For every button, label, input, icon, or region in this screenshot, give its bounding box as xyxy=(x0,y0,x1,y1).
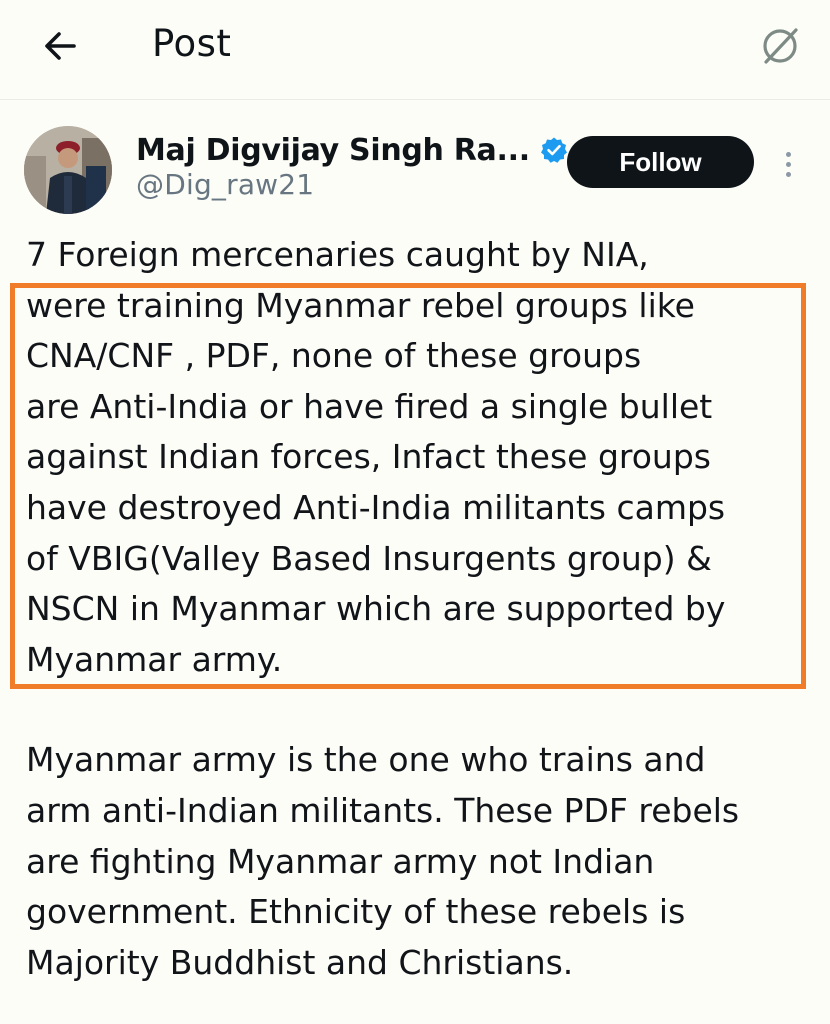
post-line: NSCN in Myanmar which are supported by xyxy=(26,589,726,629)
more-dot-icon xyxy=(785,151,791,157)
avatar[interactable] xyxy=(24,126,112,214)
author-name-row: Maj Digvijay Singh Ra... xyxy=(136,129,568,171)
grok-button[interactable] xyxy=(752,20,808,72)
avatar-photo xyxy=(24,126,112,214)
post-line: against Indian forces, Infact these grou… xyxy=(26,437,711,477)
post-line: CNA/CNF , PDF, none of these groups xyxy=(26,336,642,376)
post-line: are fighting Myanmar army not Indian xyxy=(26,841,655,881)
slashed-circle-icon xyxy=(763,28,798,64)
arrow-left-icon xyxy=(45,32,76,60)
post-line: are Anti-India or have fired a single bu… xyxy=(26,386,713,426)
post-line: 7 Foreign mercenaries caught by NIA, xyxy=(26,235,649,274)
more-dot-icon xyxy=(785,161,791,167)
post-text: 7 Foreign mercenaries caught by NIA, wer… xyxy=(26,230,816,988)
post-line: arm anti-Indian militants. These PDF reb… xyxy=(26,790,740,830)
page-title: Post xyxy=(152,22,232,65)
post-line: Myanmar army is the one who trains and xyxy=(26,740,706,780)
author-handle[interactable]: @Dig_raw21 xyxy=(136,168,314,201)
more-options-button[interactable] xyxy=(776,144,800,184)
post-line: of VBIG(Valley Based Insurgents group) & xyxy=(26,538,712,578)
back-button[interactable] xyxy=(34,24,86,68)
verified-badge-icon xyxy=(540,137,567,163)
post-line: Majority Buddhist and Christians. xyxy=(26,942,574,982)
more-dot-icon xyxy=(785,171,791,177)
post-line: government. Ethnicity of these rebels is xyxy=(26,892,686,932)
author-display-name[interactable]: Maj Digvijay Singh Ra... xyxy=(136,133,530,168)
post-line: were training Myanmar rebel groups like xyxy=(26,285,695,325)
post-line: Myanmar army. xyxy=(26,639,283,679)
top-bar: Post xyxy=(0,0,830,100)
follow-button[interactable]: Follow xyxy=(567,136,754,188)
post-line: have destroyed Anti-India militants camp… xyxy=(26,487,726,527)
